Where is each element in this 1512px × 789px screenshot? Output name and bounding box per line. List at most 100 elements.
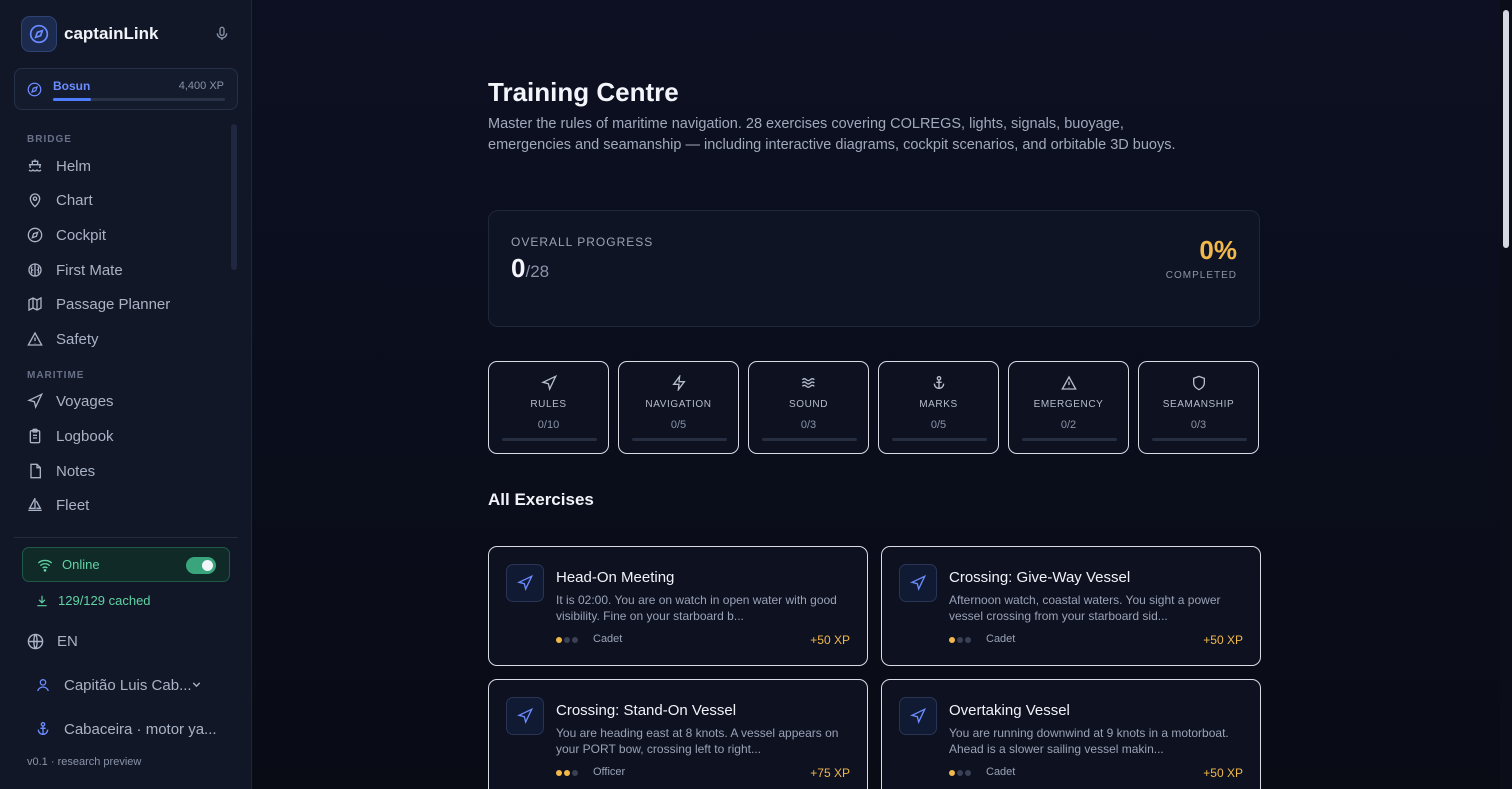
rank-card[interactable]: Bosun 4,400 XP bbox=[14, 68, 238, 110]
note-icon bbox=[30, 463, 41, 479]
exercise-xp: +50 XP bbox=[1203, 766, 1243, 780]
difficulty-dot bbox=[564, 770, 570, 776]
exercise-title: Crossing: Stand-On Vessel bbox=[556, 702, 737, 719]
category-count: 0/5 bbox=[670, 419, 687, 431]
category-name: SOUND bbox=[788, 399, 829, 410]
sidebar-item-voyages[interactable]: Voyages bbox=[27, 390, 227, 412]
sailboat-icon bbox=[28, 498, 42, 511]
sidebar-item-first-mate[interactable]: First Mate bbox=[27, 259, 227, 281]
sidebar-item-cockpit[interactable]: Cockpit bbox=[27, 224, 227, 246]
sidebar-item-helm[interactable]: Helm bbox=[27, 155, 227, 177]
sidebar-item-label: Passage Planner bbox=[56, 295, 171, 313]
exercise-xp: +75 XP bbox=[810, 766, 850, 780]
navigation-icon bbox=[506, 564, 544, 602]
ship-icon bbox=[28, 159, 42, 172]
warning-icon bbox=[27, 331, 43, 346]
section-label-bridge: BRIDGE bbox=[27, 134, 72, 145]
sidebar-item-fleet[interactable]: Fleet bbox=[27, 494, 227, 516]
download-icon bbox=[37, 595, 47, 606]
exercise-level: Officer bbox=[593, 766, 626, 778]
difficulty-dot bbox=[965, 770, 971, 776]
category-rules[interactable]: RULES 0/10 bbox=[488, 361, 609, 454]
brand-name: captainLink bbox=[64, 24, 159, 43]
sidebar-item-notes[interactable]: Notes bbox=[27, 460, 227, 482]
progress-total: /28 bbox=[525, 262, 550, 281]
rank-progress-fill bbox=[53, 98, 91, 101]
navigation-icon bbox=[899, 564, 937, 602]
language-selector[interactable]: EN bbox=[27, 630, 78, 652]
compass-icon bbox=[21, 16, 57, 52]
wifi-icon bbox=[37, 559, 53, 572]
sidebar-item-chart[interactable]: Chart bbox=[27, 189, 227, 211]
sidebar-item-label: Voyages bbox=[56, 392, 114, 410]
progress-done: 0 bbox=[511, 253, 526, 283]
exercise-level: Cadet bbox=[986, 633, 1016, 645]
page-scrollbar[interactable] bbox=[1500, 0, 1512, 789]
sidebar-item-label: Cockpit bbox=[56, 226, 107, 244]
progress-label: OVERALL PROGRESS bbox=[511, 235, 654, 249]
difficulty-dot bbox=[556, 770, 562, 776]
map-icon bbox=[28, 296, 42, 312]
online-toggle-row[interactable]: Online bbox=[22, 547, 230, 582]
category-navigation[interactable]: NAVIGATION 0/5 bbox=[618, 361, 739, 454]
sidebar-item-logbook[interactable]: Logbook bbox=[27, 425, 227, 447]
category-name: SEAMANSHIP bbox=[1162, 399, 1235, 410]
sidebar-item-safety[interactable]: Safety bbox=[27, 328, 227, 350]
difficulty-dots bbox=[556, 637, 580, 643]
exercise-title: Crossing: Give-Way Vessel bbox=[949, 569, 1131, 586]
sidebar-divider bbox=[14, 537, 238, 538]
navigation-icon bbox=[506, 697, 544, 735]
category-seamanship[interactable]: SEAMANSHIP 0/3 bbox=[1138, 361, 1259, 454]
difficulty-dot bbox=[957, 637, 963, 643]
page-title: Training Centre bbox=[488, 77, 679, 107]
sidebar-item-passage-planner[interactable]: Passage Planner bbox=[27, 293, 227, 315]
difficulty-dots bbox=[949, 637, 973, 643]
difficulty-dot bbox=[572, 637, 578, 643]
rank-progress-bar bbox=[53, 98, 225, 101]
exercise-card-crossing-stand-on[interactable]: Crossing: Stand-On Vessel You are headin… bbox=[488, 679, 868, 789]
sidebar-item-label: Safety bbox=[56, 330, 99, 348]
difficulty-dot bbox=[949, 637, 955, 643]
online-toggle[interactable] bbox=[186, 557, 216, 574]
user-icon bbox=[37, 679, 49, 692]
globe-icon bbox=[27, 633, 44, 649]
rank-name: Bosun bbox=[53, 79, 91, 93]
microphone-icon[interactable] bbox=[214, 25, 230, 48]
brand[interactable]: captainLink bbox=[21, 16, 236, 52]
category-progress-bar bbox=[1152, 438, 1247, 441]
category-emergency[interactable]: EMERGENCY 0/2 bbox=[1008, 361, 1129, 454]
exercise-card-head-on-meeting[interactable]: Head-On Meeting It is 02:00. You are on … bbox=[488, 546, 868, 666]
language-label: EN bbox=[57, 632, 78, 650]
user-menu[interactable]: Capitão Luis Cab... bbox=[35, 674, 220, 696]
exercise-xp: +50 XP bbox=[1203, 633, 1243, 647]
map-pin-icon bbox=[29, 193, 41, 208]
sidebar-item-label: Fleet bbox=[56, 496, 90, 514]
sidebar-scrollbar[interactable] bbox=[231, 124, 237, 270]
category-progress-bar bbox=[632, 438, 727, 441]
page-description: Master the rules of maritime navigation.… bbox=[488, 116, 1176, 153]
category-name: EMERGENCY bbox=[1033, 399, 1104, 410]
category-marks[interactable]: MARKS 0/5 bbox=[878, 361, 999, 454]
sidebar-item-label: First Mate bbox=[56, 261, 123, 279]
zap-icon bbox=[672, 375, 686, 391]
category-count: 0/2 bbox=[1060, 419, 1077, 431]
main-content: Training Centre Master the rules of mari… bbox=[252, 0, 1512, 789]
exercise-title: Overtaking Vessel bbox=[949, 702, 1070, 719]
exercise-description: You are heading east at 8 knots. A vesse… bbox=[556, 726, 839, 756]
section-label-maritime: MARITIME bbox=[27, 370, 85, 381]
category-sound[interactable]: SOUND 0/3 bbox=[748, 361, 869, 454]
exercise-level: Cadet bbox=[593, 633, 623, 645]
page-scrollbar-thumb[interactable] bbox=[1503, 10, 1509, 248]
navigation-icon bbox=[899, 697, 937, 735]
category-progress-bar bbox=[892, 438, 987, 441]
exercise-card-crossing-give-way[interactable]: Crossing: Give-Way Vessel Afternoon watc… bbox=[881, 546, 1261, 666]
category-name: MARKS bbox=[919, 399, 958, 410]
anchor-icon bbox=[37, 722, 49, 735]
sidebar-item-label: Logbook bbox=[56, 427, 114, 445]
difficulty-dot bbox=[949, 770, 955, 776]
sidebar-item-label: Helm bbox=[56, 157, 92, 175]
vessel-selector[interactable]: Cabaceira · motor ya... bbox=[35, 718, 217, 740]
sidebar-item-label: Notes bbox=[56, 462, 96, 480]
anchor-icon bbox=[933, 376, 945, 389]
exercise-card-overtaking-vessel[interactable]: Overtaking Vessel You are running downwi… bbox=[881, 679, 1261, 789]
